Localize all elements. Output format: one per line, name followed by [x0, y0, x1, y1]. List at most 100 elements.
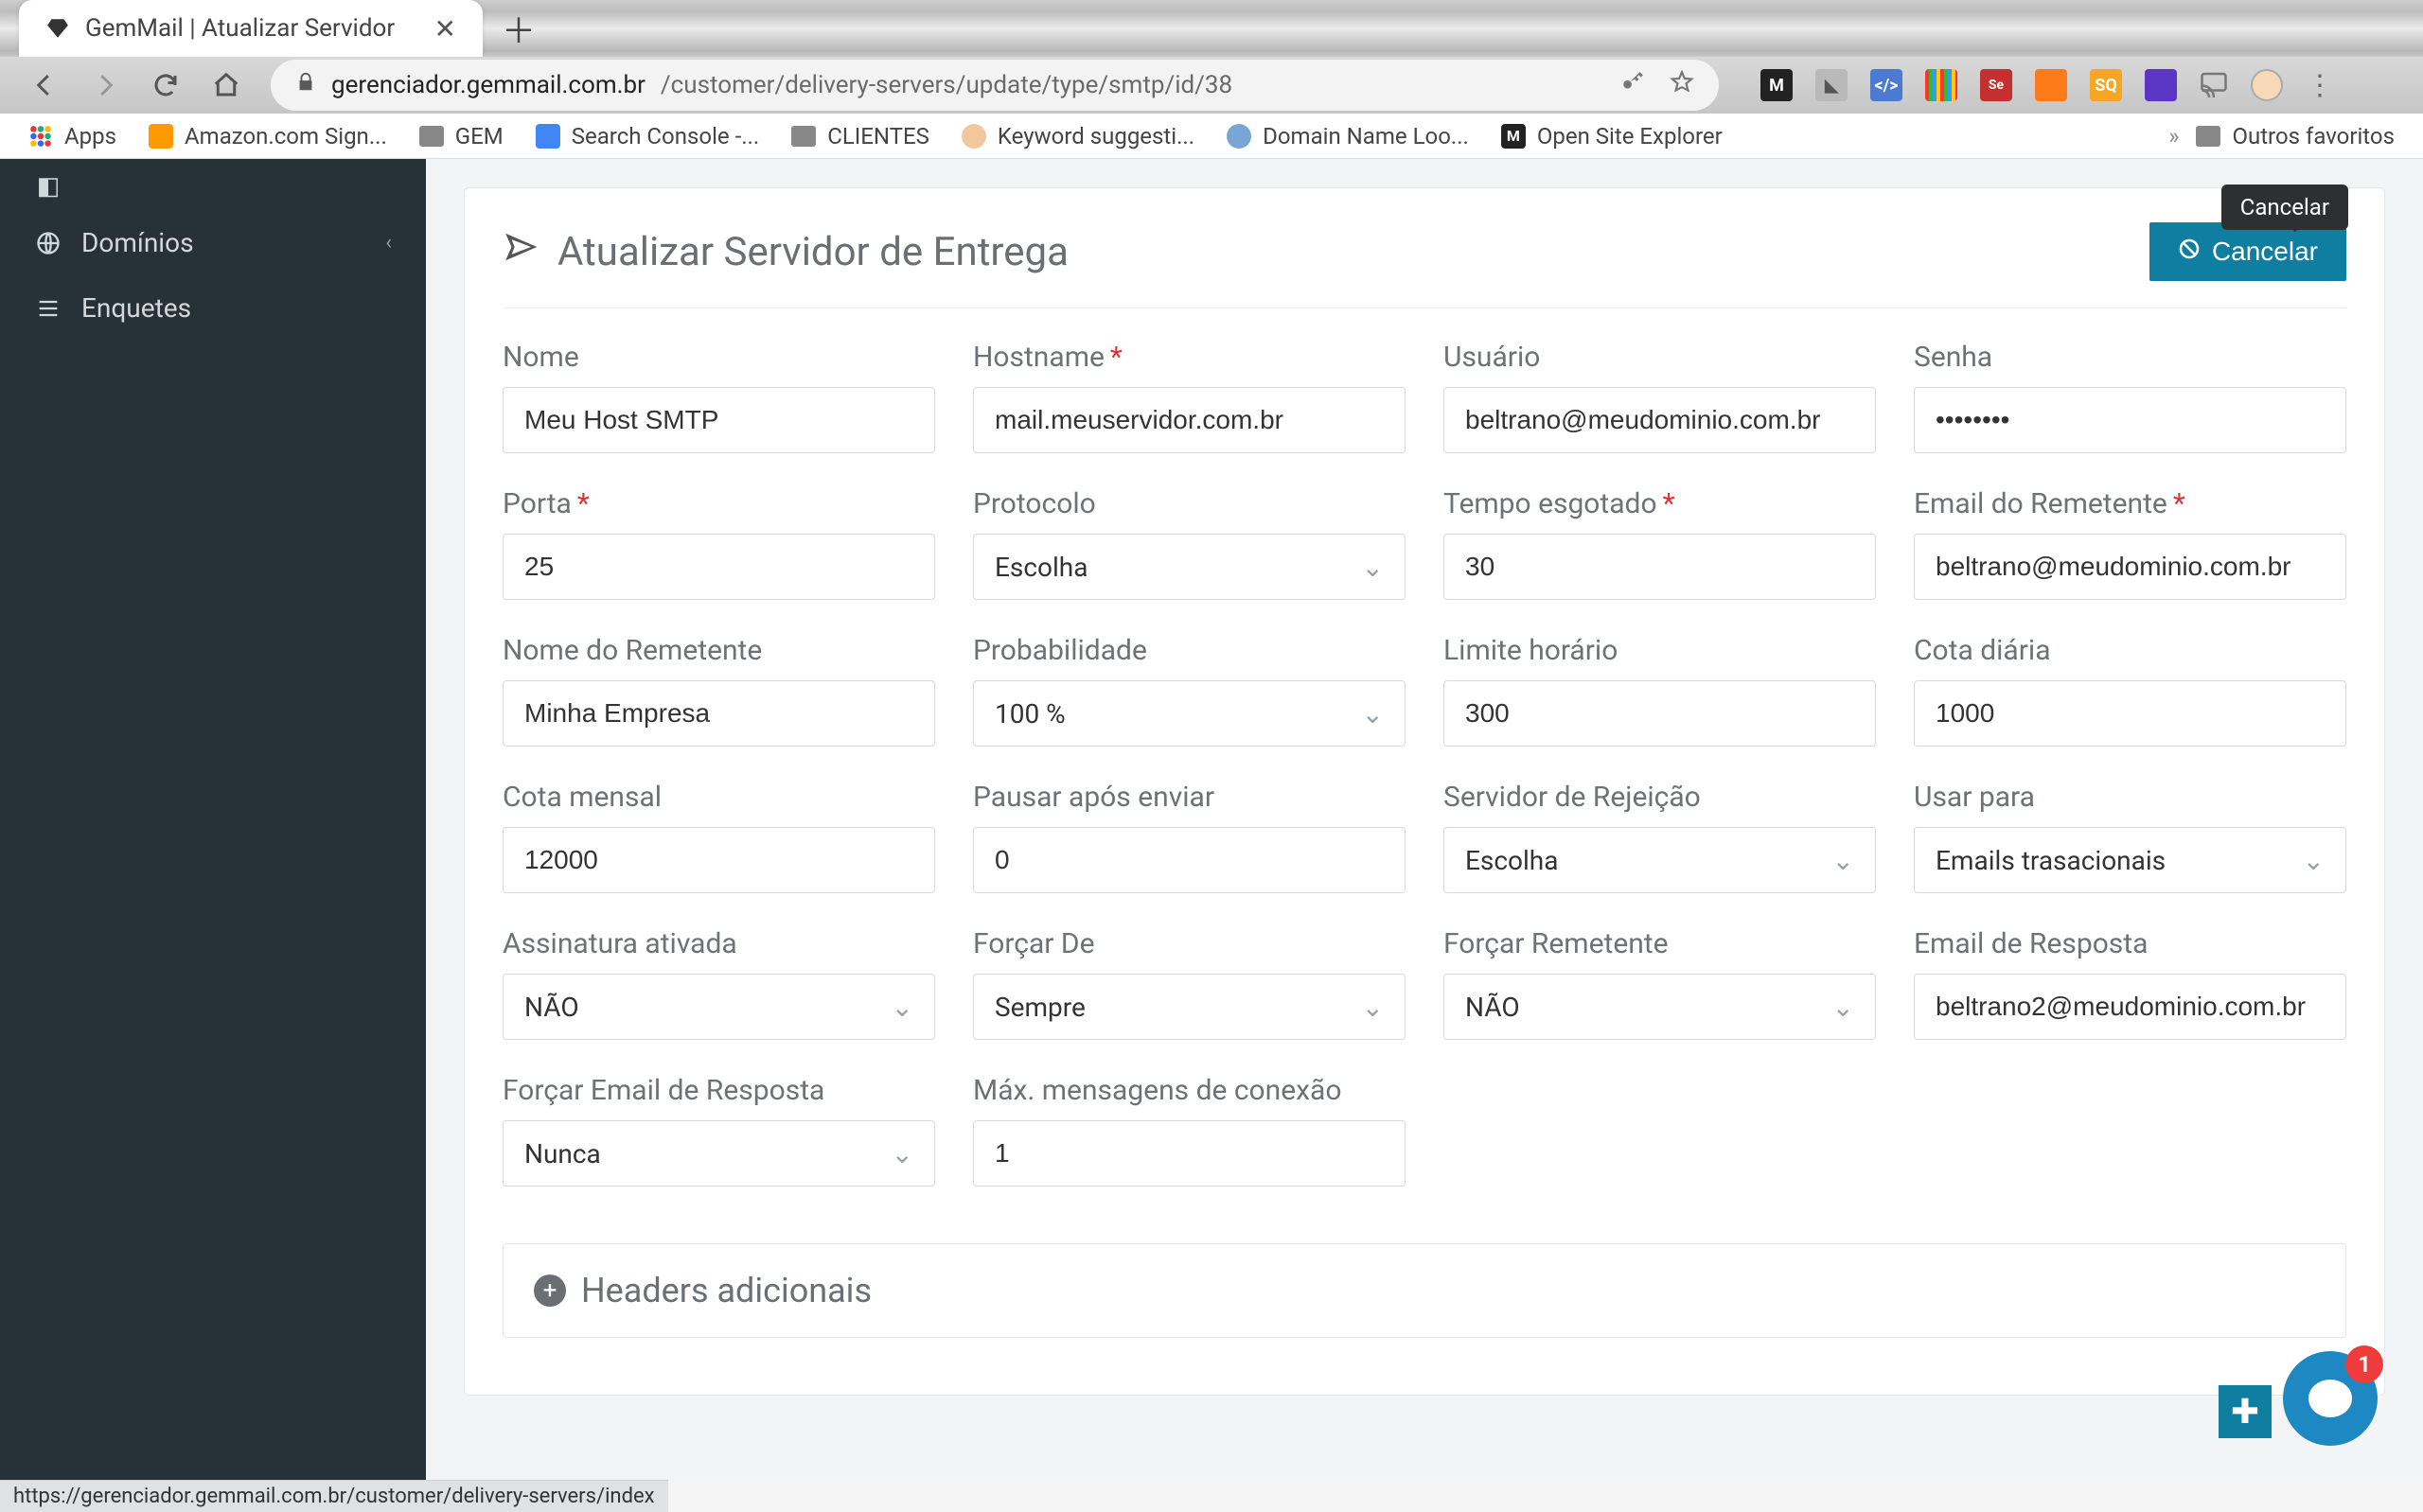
folder-icon	[2196, 126, 2220, 147]
ext-purple-icon[interactable]	[2145, 69, 2177, 101]
probabilidade-select[interactable]: 100 %⌄	[973, 680, 1406, 747]
label: Usar para	[1914, 781, 2346, 814]
chevron-down-icon: ⌄	[1832, 845, 1854, 876]
chat-fab[interactable]: 1	[2283, 1351, 2378, 1446]
gsc-icon	[536, 124, 560, 149]
browser-chrome: GemMail | Atualizar Servidor ✕ ＋ gerenci…	[0, 0, 2423, 114]
moz-icon: M	[1501, 124, 1526, 149]
hostname-input[interactable]	[973, 387, 1406, 453]
tempo-input[interactable]	[1443, 534, 1876, 600]
reload-button[interactable]	[150, 69, 182, 101]
forcar-de-select[interactable]: Sempre⌄	[973, 974, 1406, 1040]
overflow-icon[interactable]: »	[2168, 123, 2179, 149]
limite-horario-input[interactable]	[1443, 680, 1876, 747]
nome-remetente-input[interactable]	[503, 680, 935, 747]
cast-icon[interactable]	[2200, 69, 2228, 101]
usuario-input[interactable]	[1443, 387, 1876, 453]
address-bar[interactable]: gerenciador.gemmail.com.br/customer/deli…	[271, 60, 1719, 111]
required-mark: *	[2173, 487, 2185, 520]
field-email-remetente: Email do Remetente*	[1914, 487, 2346, 600]
cancel-button[interactable]: Cancelar	[2149, 222, 2346, 281]
browser-tab[interactable]: GemMail | Atualizar Servidor ✕	[19, 0, 483, 57]
bm-outros[interactable]: Outros favoritos	[2196, 123, 2395, 149]
label: Pausar após enviar	[973, 781, 1406, 814]
label: Cota diária	[1914, 634, 2346, 667]
field-cota-mensal: Cota mensal	[503, 781, 935, 893]
field-forcar-de: Forçar De Sempre⌄	[973, 927, 1406, 1040]
ext-code-icon[interactable]: </>	[1870, 69, 1902, 101]
ext-sq-icon[interactable]: SQ	[2090, 69, 2122, 101]
apps-shortcut[interactable]: Apps	[28, 123, 116, 149]
forcar-remetente-select[interactable]: NÃO⌄	[1443, 974, 1876, 1040]
url-path: /customer/delivery-servers/update/type/s…	[661, 71, 1232, 99]
email-resposta-input[interactable]	[1914, 974, 2346, 1040]
usar-para-select[interactable]: Emails trasacionais⌄	[1914, 827, 2346, 893]
grid-icon	[28, 124, 53, 149]
nome-input[interactable]	[503, 387, 935, 453]
main-content: Cancelar Atualizar Servidor de Entrega C…	[426, 159, 2423, 1480]
home-button[interactable]	[210, 69, 242, 101]
ext-grey-icon[interactable]: ◣	[1815, 69, 1848, 101]
forward-button[interactable]	[89, 69, 121, 101]
panel-title: Atualizar Servidor de Entrega	[503, 229, 1069, 275]
new-tab-button[interactable]: ＋	[496, 6, 541, 51]
assinatura-select[interactable]: NÃO⌄	[503, 974, 935, 1040]
key-icon[interactable]	[1620, 70, 1645, 101]
bm-domain[interactable]: Domain Name Loo...	[1227, 123, 1469, 149]
bm-gem[interactable]: GEM	[419, 123, 504, 149]
back-button[interactable]	[28, 69, 61, 101]
ban-icon	[2178, 237, 2201, 267]
sidebar-item-monitor[interactable]: ◧ Monitor de Caixa de E-mail	[0, 168, 426, 210]
cota-diaria-input[interactable]	[1914, 680, 2346, 747]
profile-avatar[interactable]	[2251, 69, 2283, 101]
ext-orange-icon[interactable]	[2035, 69, 2067, 101]
bm-ose[interactable]: MOpen Site Explorer	[1501, 123, 1723, 149]
label: Nome do Remetente	[503, 634, 935, 667]
field-usar-para: Usar para Emails trasacionais⌄	[1914, 781, 2346, 893]
bm-search-console[interactable]: Search Console -...	[536, 123, 759, 149]
sidebar-label: Domínios	[81, 227, 194, 258]
chevron-left-icon: ‹	[385, 231, 392, 255]
app: ◧ Monitor de Caixa de E-mail Domínios ‹ …	[0, 159, 2423, 1480]
kebab-icon[interactable]: ⋮	[2306, 69, 2334, 102]
sidebar-item-dominios[interactable]: Domínios ‹	[0, 210, 426, 275]
cota-mensal-input[interactable]	[503, 827, 935, 893]
chevron-down-icon: ⌄	[892, 1138, 913, 1169]
bm-amazon[interactable]: Amazon.com Sign...	[149, 123, 387, 149]
ext-stripes-icon[interactable]	[1925, 69, 1957, 101]
label: Servidor de Rejeição	[1443, 781, 1876, 814]
senha-input[interactable]	[1914, 387, 2346, 453]
sidebar-item-enquetes[interactable]: Enquetes	[0, 275, 426, 341]
panel: Cancelar Atualizar Servidor de Entrega C…	[464, 187, 2385, 1396]
forcar-email-resposta-select[interactable]: Nunca⌄	[503, 1120, 935, 1187]
protocolo-select[interactable]: Escolha⌄	[973, 534, 1406, 600]
field-max-msg: Máx. mensagens de conexão	[973, 1074, 1406, 1187]
pausar-input[interactable]	[973, 827, 1406, 893]
bm-clientes[interactable]: CLIENTES	[791, 123, 929, 149]
max-msg-input[interactable]	[973, 1120, 1406, 1187]
ext-m-icon[interactable]: M	[1760, 69, 1793, 101]
chevron-down-icon: ⌄	[1362, 698, 1384, 730]
bm-keyword[interactable]: Keyword suggesti...	[962, 123, 1194, 149]
star-icon[interactable]	[1670, 70, 1694, 101]
field-usuario: Usuário	[1443, 341, 1876, 453]
bookmarks-bar: Apps Amazon.com Sign... GEM Search Conso…	[0, 114, 2423, 159]
label: Porta*	[503, 487, 935, 520]
ext-se-icon[interactable]: Se	[1980, 69, 2012, 101]
label: Assinatura ativada	[503, 927, 935, 960]
close-icon[interactable]: ✕	[434, 13, 456, 44]
porta-input[interactable]	[503, 534, 935, 600]
label: Usuário	[1443, 341, 1876, 374]
label: Protocolo	[973, 487, 1406, 520]
url-host: gerenciador.gemmail.com.br	[331, 71, 646, 99]
label: Forçar Remetente	[1443, 927, 1876, 960]
field-cota-diaria: Cota diária	[1914, 634, 2346, 747]
add-square-button[interactable]: ✚	[2219, 1385, 2272, 1438]
servidor-rejeicao-select[interactable]: Escolha⌄	[1443, 827, 1876, 893]
chevron-down-icon: ⌄	[892, 992, 913, 1023]
email-remetente-input[interactable]	[1914, 534, 2346, 600]
field-limite-horario: Limite horário	[1443, 634, 1876, 747]
plus-circle-icon[interactable]: +	[534, 1275, 566, 1307]
label: Probabilidade	[973, 634, 1406, 667]
status-url: https://gerenciador.gemmail.com.br/custo…	[13, 1485, 655, 1508]
